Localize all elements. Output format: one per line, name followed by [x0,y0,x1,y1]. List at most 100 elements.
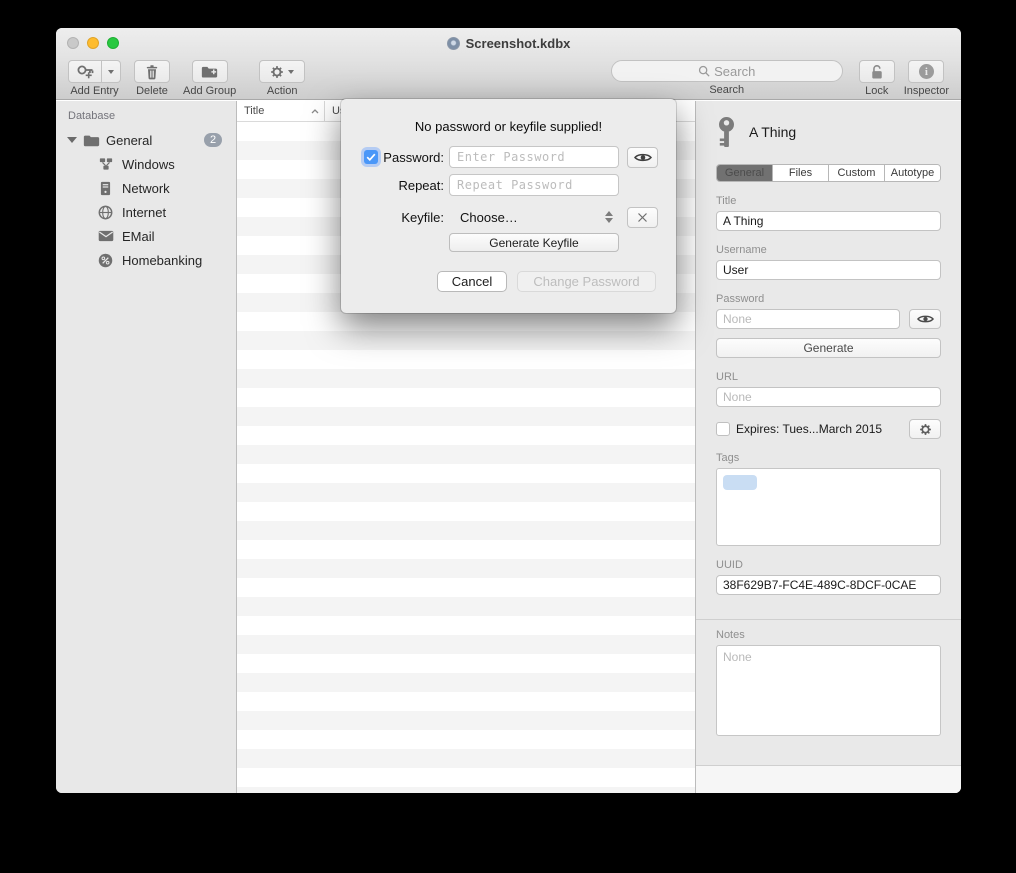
add-entry-button[interactable] [68,60,102,83]
sidebar-item-homebanking[interactable]: Homebanking [56,248,236,272]
search-tool: Search Search [611,60,843,96]
tags-field[interactable] [716,468,941,546]
notes-label: Notes [716,629,941,641]
sidebar-item-email[interactable]: EMail [56,224,236,248]
expires-row: Expires: Tues...March 2015 [716,419,941,439]
sidebar-item-label: General [106,133,152,148]
sidebar-item-general[interactable]: General 2 [56,128,236,152]
key-plus-icon [77,64,94,79]
add-group-label: Add Group [183,85,236,97]
username-field[interactable] [716,260,941,280]
keyfile-popup[interactable]: Choose… [449,206,619,228]
show-password-button[interactable] [627,147,658,168]
sidebar-item-windows[interactable]: Windows [56,152,236,176]
dialog-message: No password or keyfile supplied! [341,119,676,134]
gear-icon [919,423,932,436]
sidebar: Database General 2 Windows Network [56,101,237,793]
inspector-footer [696,765,961,793]
change-password-dialog: No password or keyfile supplied! Passwor… [341,99,676,313]
sort-asc-icon [311,109,319,114]
dialog-buttons: Cancel Change Password [341,271,656,292]
entry-header: A Thing [716,115,941,149]
server-icon [97,180,114,197]
eye-icon [917,314,934,324]
entry-count-badge: 2 [204,133,222,147]
cancel-button[interactable]: Cancel [437,271,507,292]
lock-tool: Lock [859,60,895,97]
expires-settings-button[interactable] [909,419,941,439]
inspector-tabs: General Files Custom Autotype [716,164,941,182]
add-entry-dropdown[interactable] [102,60,121,83]
username-field-label: Username [716,244,941,256]
entry-title: A Thing [749,124,796,140]
keyfile-label: Keyfile: [401,210,444,225]
sidebar-item-network[interactable]: Network [56,176,236,200]
repeat-label: Repeat: [398,178,444,193]
window-chrome: Screenshot.kdbx Add Entry [56,28,961,100]
tags-label: Tags [716,452,941,464]
windows-network-icon [97,156,114,173]
generate-password-button[interactable]: Generate [716,338,941,358]
folder-icon [83,132,100,149]
uuid-field[interactable] [716,575,941,595]
inspector-button[interactable]: i [908,60,944,83]
notes-field[interactable] [716,645,941,736]
inspector-body: A Thing General Files Custom Autotype Ti… [696,101,961,765]
add-group-button[interactable] [192,60,228,83]
document-proxy-icon[interactable] [447,37,460,50]
sidebar-item-internet[interactable]: Internet [56,200,236,224]
url-field[interactable] [716,387,941,407]
tab-files[interactable]: Files [773,165,829,181]
disclosure-triangle-icon[interactable] [67,137,77,143]
search-icon [698,65,710,77]
column-header-title[interactable]: Title [237,101,325,121]
url-field-label: URL [716,371,941,383]
globe-icon [97,204,114,221]
clear-keyfile-button[interactable] [627,207,658,228]
window-title-area: Screenshot.kdbx [56,28,961,58]
password-row: Password: [360,146,656,168]
search-input[interactable]: Search [611,60,843,82]
action-tool: Action [259,60,305,97]
sidebar-item-label: Network [122,181,170,196]
percent-icon [97,252,114,269]
chevron-down-icon [288,70,294,74]
uuid-label: UUID [716,559,941,571]
title-field-label: Title [716,195,941,207]
tab-autotype[interactable]: Autotype [885,165,940,181]
enter-password-input[interactable] [449,146,619,168]
toolbar-right: Search Search Lock i Ins [611,60,949,97]
password-field[interactable] [716,309,900,329]
chevron-down-icon [108,70,114,74]
delete-tool: Delete [134,60,170,97]
section-divider [696,619,961,620]
tag-pill[interactable] [723,475,757,490]
delete-label: Delete [136,85,168,97]
generate-keyfile-row: Generate Keyfile [449,233,656,252]
sidebar-header: Database [56,110,236,128]
inspector-tool: i Inspector [904,60,949,97]
key-icon [716,116,737,149]
envelope-icon [97,228,114,245]
action-button[interactable] [259,60,305,83]
reveal-password-button[interactable] [909,309,941,329]
tab-custom[interactable]: Custom [829,165,885,181]
add-entry-tool: Add Entry [68,60,121,97]
generate-keyfile-button[interactable]: Generate Keyfile [449,233,619,252]
password-field-label: Password [716,293,941,305]
delete-button[interactable] [134,60,170,83]
expires-checkbox[interactable] [716,422,730,436]
password-checkbox[interactable] [364,150,378,164]
titlebar[interactable]: Screenshot.kdbx [56,28,961,58]
tab-general[interactable]: General [717,165,773,181]
title-field[interactable] [716,211,941,231]
toolbar: Add Entry Delete Add Group [56,58,961,100]
keyfile-value: Choose… [460,210,518,225]
lock-button[interactable] [859,60,895,83]
change-password-button[interactable]: Change Password [517,271,656,292]
popup-stepper-icon [605,211,613,223]
clear-x-icon [637,212,648,223]
repeat-password-input[interactable] [449,174,619,196]
inspector-panel: A Thing General Files Custom Autotype Ti… [695,101,961,793]
password-label: Password: [383,150,444,165]
